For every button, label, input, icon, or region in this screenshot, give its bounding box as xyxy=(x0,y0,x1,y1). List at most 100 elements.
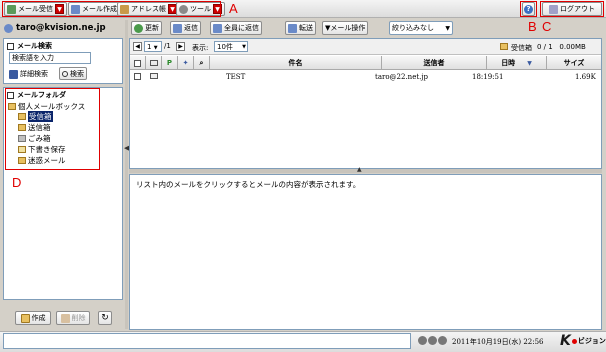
search-button[interactable]: 検索 xyxy=(59,67,87,80)
refresh-icon xyxy=(134,23,143,33)
forward-label: 転送 xyxy=(299,24,313,32)
row-sender: taro@22.net.jp xyxy=(375,73,429,81)
horizontal-splitter-handle-icon[interactable]: ▲ xyxy=(357,166,362,173)
status-input[interactable] xyxy=(3,333,411,349)
per-page-select[interactable]: 10件 ▼ xyxy=(214,41,248,52)
row-subject: TEST xyxy=(226,73,246,81)
row-envelope-icon xyxy=(150,73,158,79)
advanced-search-label: 詳細検索 xyxy=(20,70,48,78)
user-email: taro@kvision.ne.jp xyxy=(16,23,106,33)
col-priority[interactable]: ✦ xyxy=(178,56,194,70)
annotation-label-a: A xyxy=(229,1,238,16)
delete-folder-icon xyxy=(60,313,70,323)
preview-message: リスト内のメールをクリックするとメールの内容が表示されます。 xyxy=(136,180,361,189)
reply-label: 返信 xyxy=(184,24,198,32)
col-select-all[interactable] xyxy=(130,56,146,70)
mail-operations-button[interactable]: ▼メール操作 xyxy=(322,21,369,35)
col-attachment[interactable]: ⌕ xyxy=(194,56,210,70)
col-flag[interactable]: P xyxy=(162,56,178,70)
kvision-logo: K ビジョン xyxy=(560,333,606,349)
mail-search-title: メール検索 xyxy=(17,42,52,50)
logo-text: ビジョン xyxy=(577,337,606,345)
horizontal-splitter[interactable] xyxy=(129,169,602,173)
prev-page-icon[interactable]: ◀ xyxy=(133,42,142,51)
annotation-label-c: C xyxy=(542,19,552,34)
delete-folder-label: 削除 xyxy=(71,314,86,322)
refresh-button[interactable]: 更新 xyxy=(131,21,162,35)
filter-value: 絞り込みなし xyxy=(392,24,434,32)
status-nav-stop-icon[interactable] xyxy=(428,336,437,345)
search-section-icon xyxy=(7,42,14,50)
per-page-value: 10件 xyxy=(217,43,233,51)
search-button-label: 検索 xyxy=(70,69,84,78)
mail-operations-label: ▼メール操作 xyxy=(325,24,366,32)
annotation-box-d xyxy=(5,88,100,170)
col-subject[interactable]: 件名 xyxy=(210,56,382,70)
search-icon xyxy=(62,70,68,77)
mailbox-folder-icon xyxy=(500,43,508,50)
filter-dropdown-icon: ▼ xyxy=(445,24,450,32)
pager-bar: ◀ 1 ▼ /1 ▶ 表示: 10件 ▼ 受信箱 0 / 1 0.00MB xyxy=(130,39,601,55)
user-icon xyxy=(4,23,13,33)
mail-list-panel: ◀ 1 ▼ /1 ▶ 表示: 10件 ▼ 受信箱 0 / 1 0.00MB P … xyxy=(129,38,602,169)
status-nav-prev-icon[interactable] xyxy=(418,336,427,345)
date-header-label: 日時 xyxy=(501,59,516,67)
create-folder-button[interactable]: 作成 xyxy=(15,311,51,325)
size-header-label: サイズ xyxy=(563,59,585,67)
annotation-box-b xyxy=(520,1,537,17)
mail-search-panel: メール検索 詳細検索 検索 xyxy=(3,38,123,84)
refresh-label: 更新 xyxy=(145,24,159,32)
preview-panel: リスト内のメールをクリックするとメールの内容が表示されます。 xyxy=(129,174,602,330)
page-select-value: 1 xyxy=(147,43,152,51)
reply-button[interactable]: 返信 xyxy=(170,21,201,35)
forward-icon xyxy=(288,23,297,33)
page-select[interactable]: 1 ▼ xyxy=(144,41,162,52)
row-size: 1.69K xyxy=(575,73,596,81)
status-datetime: 2011年10月19日(水) 22:56 xyxy=(452,338,544,346)
reply-icon xyxy=(173,23,182,33)
mailbox-folder-name: 受信箱 xyxy=(511,44,532,52)
annotation-label-b: B xyxy=(528,19,537,34)
attachment-icon: ⌕ xyxy=(199,58,204,67)
row-checkbox[interactable] xyxy=(134,73,141,80)
flag-icon: P xyxy=(166,59,173,67)
col-size[interactable]: サイズ xyxy=(547,56,601,70)
select-all-checkbox[interactable] xyxy=(134,59,141,67)
priority-icon: ✦ xyxy=(182,59,189,67)
sender-header-label: 送信者 xyxy=(423,59,445,67)
refresh-folders-button[interactable]: ↻ xyxy=(98,311,112,325)
read-status-icon xyxy=(149,60,158,66)
mail-table-header: P ✦ ⌕ 件名 送信者 日時 ▼ サイズ xyxy=(130,56,601,70)
create-folder-icon xyxy=(20,313,30,323)
annotation-box-a xyxy=(2,1,221,17)
table-row[interactable]: TEST taro@22.net.jp 18:19:51 1.69K xyxy=(130,71,601,83)
mail-search-heading: メール検索 xyxy=(7,41,52,51)
col-read-status[interactable] xyxy=(146,56,162,70)
user-email-bar: taro@kvision.ne.jp xyxy=(2,20,124,36)
per-page-arrow-icon: ▼ xyxy=(242,44,246,50)
reply-all-button[interactable]: 全員に返信 xyxy=(210,21,262,35)
refresh-folders-icon: ↻ xyxy=(101,313,109,323)
delete-folder-button[interactable]: 削除 xyxy=(56,311,90,325)
annotation-label-d: D xyxy=(12,175,22,190)
page-total: /1 xyxy=(164,42,171,50)
advanced-search-toggle-icon xyxy=(9,69,18,79)
advanced-search-button[interactable]: 詳細検索 xyxy=(9,68,48,80)
logo-k: K xyxy=(560,333,571,349)
col-sender[interactable]: 送信者 xyxy=(382,56,487,70)
filter-select[interactable]: 絞り込みなし ▼ xyxy=(389,21,453,35)
reply-all-label: 全員に返信 xyxy=(224,24,259,32)
sort-desc-icon: ▼ xyxy=(527,59,532,67)
logo-dot-icon xyxy=(571,338,577,344)
create-folder-label: 作成 xyxy=(31,314,46,322)
display-count-label: 表示: xyxy=(192,44,209,52)
pane-splitter[interactable] xyxy=(125,20,128,329)
forward-button[interactable]: 転送 xyxy=(285,21,316,35)
next-page-icon[interactable]: ▶ xyxy=(176,42,185,51)
search-input[interactable] xyxy=(9,52,91,64)
annotation-box-c xyxy=(540,1,604,17)
subject-header-label: 件名 xyxy=(288,59,303,67)
status-nav-next-icon[interactable] xyxy=(438,336,447,345)
page-select-arrow-icon: ▼ xyxy=(153,45,158,51)
col-date[interactable]: 日時 ▼ xyxy=(487,56,547,70)
